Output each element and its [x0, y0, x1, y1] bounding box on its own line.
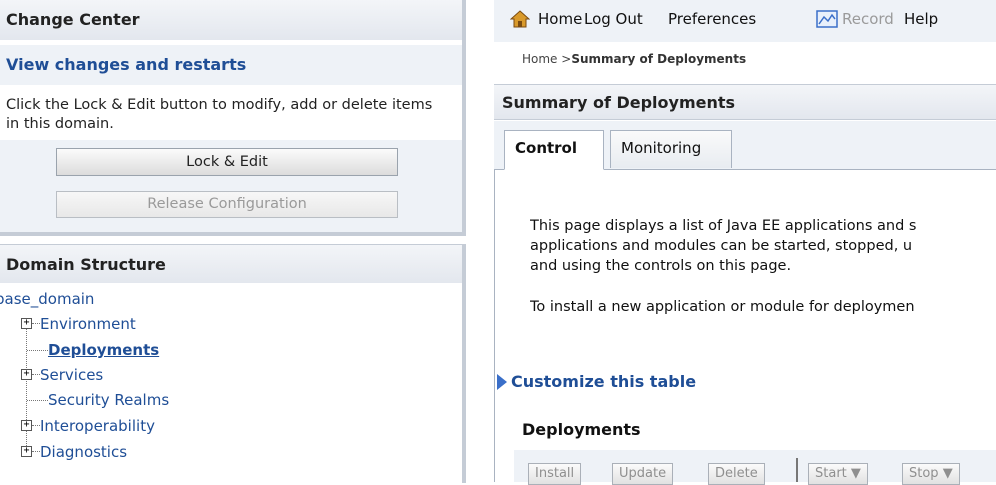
expand-arrow-icon[interactable] [497, 374, 507, 390]
expand-icon[interactable]: + [21, 318, 32, 329]
tree-connector [32, 374, 40, 375]
tab-monitoring[interactable]: Monitoring [610, 130, 732, 168]
expand-icon[interactable]: + [21, 446, 32, 457]
tree-root-base-domain[interactable]: base_domain [0, 288, 94, 310]
help-link[interactable]: Help [904, 10, 938, 28]
breadcrumb: Home >Summary of Deployments [522, 52, 746, 66]
description-line: This page displays a list of Java EE app… [530, 218, 917, 234]
tree-item-interoperability[interactable]: Interoperability [40, 415, 155, 437]
description-line: applications and modules can be started,… [530, 238, 913, 254]
breadcrumb-home[interactable]: Home > [522, 52, 571, 66]
description-line: and using the controls on this page. [530, 258, 792, 274]
tree-connector [26, 318, 27, 456]
expand-icon[interactable]: + [21, 369, 32, 380]
domain-structure-title: Domain Structure [0, 245, 462, 283]
record-link[interactable]: Record [842, 10, 894, 28]
tree-item-services[interactable]: Services [40, 364, 103, 386]
change-center-description: Click the Lock & Edit button to modify, … [6, 97, 433, 132]
chevron-down-icon: ▼ [942, 466, 953, 481]
start-button-label: Start [815, 466, 847, 481]
tree-item-security-realms[interactable]: Security Realms [48, 389, 169, 411]
stop-button-label: Stop [909, 466, 939, 481]
chevron-down-icon: ▼ [850, 466, 861, 481]
expand-icon[interactable]: + [21, 420, 32, 431]
tree-connector [32, 323, 40, 324]
breadcrumb-current: Summary of Deployments [571, 52, 747, 66]
customize-table-link[interactable]: Customize this table [511, 372, 696, 391]
tab-control[interactable]: Control [504, 130, 604, 170]
page-description: This page displays a list of Java EE app… [530, 216, 996, 276]
logout-link[interactable]: Log Out [584, 10, 643, 28]
tree-item-deployments[interactable]: Deployments [48, 339, 159, 361]
record-icon[interactable] [816, 10, 838, 28]
tree-connector [32, 425, 40, 426]
home-icon[interactable] [509, 10, 531, 28]
install-hint: To install a new application or module f… [530, 299, 915, 315]
tree-item-environment[interactable]: Environment [40, 313, 136, 335]
change-center-title: Change Center [0, 0, 462, 40]
view-changes-link[interactable]: View changes and restarts [0, 45, 462, 85]
home-link[interactable]: Home [538, 10, 582, 28]
tree-connector [32, 451, 40, 452]
deployments-table-title: Deployments [522, 420, 641, 439]
page-title: Summary of Deployments [494, 84, 996, 120]
preferences-link[interactable]: Preferences [668, 10, 756, 28]
tree-connector [27, 400, 48, 401]
release-configuration-button[interactable]: Release Configuration [56, 191, 398, 218]
tree-connector [27, 350, 48, 351]
tree-item-diagnostics[interactable]: Diagnostics [40, 441, 127, 463]
lock-edit-button[interactable]: Lock & Edit [56, 148, 398, 176]
toolbar-separator [796, 458, 798, 482]
